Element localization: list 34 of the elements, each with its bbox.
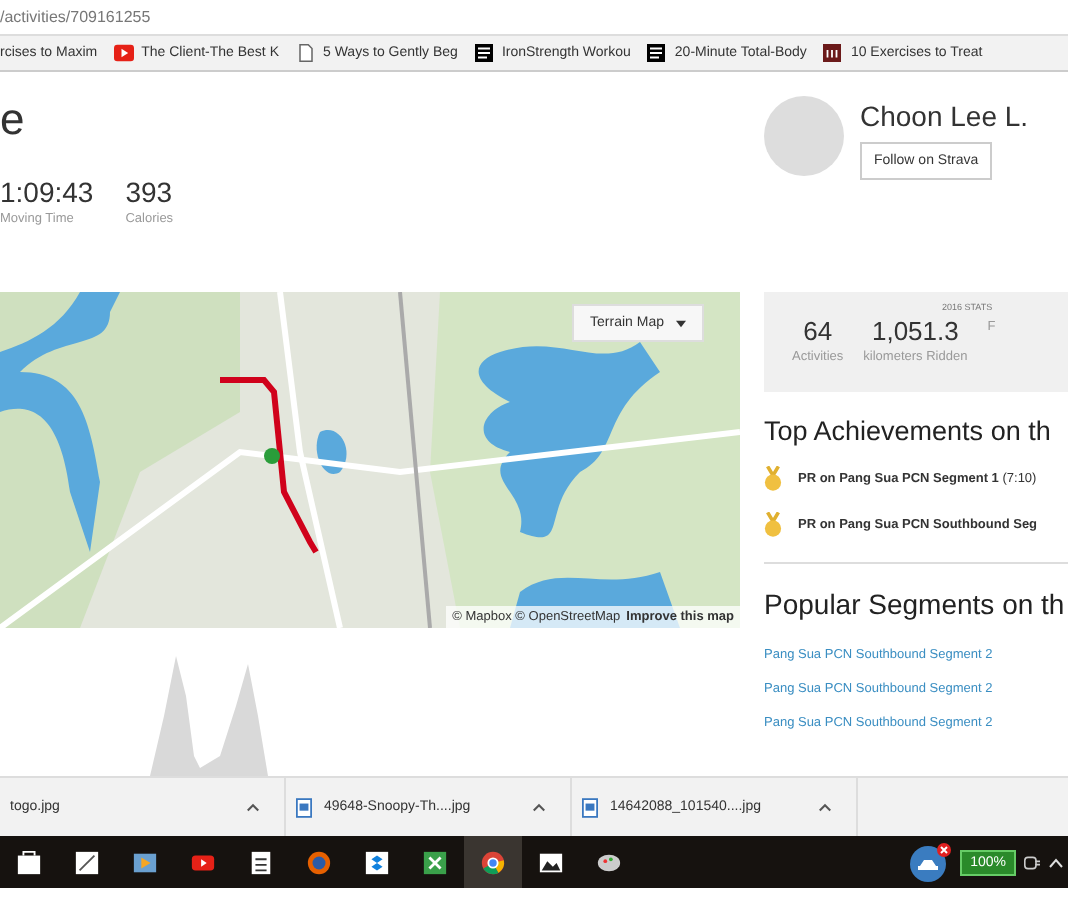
globe-icon [307,850,331,874]
stat-value: 1:09:43 [0,176,94,208]
chevron-up-icon[interactable] [532,802,546,812]
chevron-up-icon[interactable] [246,802,260,812]
play-icon [191,854,215,870]
page-icon [295,44,315,62]
section-heading: Top Achievements on th [764,416,1053,446]
box-icon [365,850,389,874]
note-icon [75,850,99,874]
athlete-name: Choon Lee L. [860,100,1029,132]
avatar [764,96,844,176]
play-icon [133,852,157,872]
stat-value: 64 [803,316,833,346]
square-icon [822,44,843,62]
stat-value: 393 [125,176,174,208]
section-heading: Popular Segments on th [764,588,1067,620]
chevron-up-icon[interactable] [818,802,832,812]
activity-title: e [0,92,27,148]
caret-icon [676,319,686,327]
medal-icon [764,466,782,492]
square-icon [646,44,667,62]
palette-icon [597,853,621,871]
play-icon [113,44,134,62]
browser-icon [481,850,505,874]
plug-icon[interactable] [1024,855,1040,869]
image-file-icon [296,797,312,817]
square-icon [473,44,494,62]
taskbar-app[interactable] [464,836,522,888]
bag-icon [17,849,41,874]
image-file-icon [582,797,598,817]
medal-icon [764,512,782,538]
stat-value: 1,051.3 [871,316,959,346]
spreadsheet-icon [423,850,447,874]
image-icon [539,852,563,872]
